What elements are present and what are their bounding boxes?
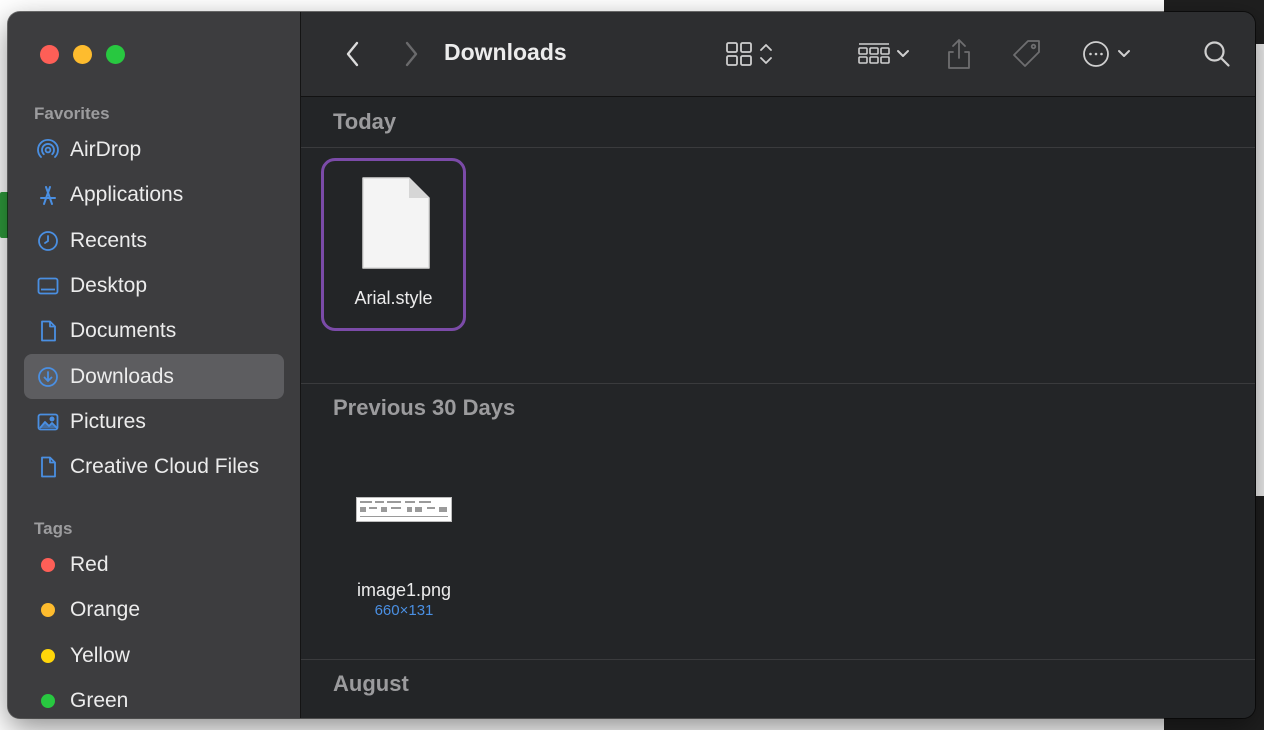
thumbnail-preview-icon xyxy=(360,501,448,517)
sidebar-item-label: Downloads xyxy=(70,364,174,388)
sidebar-item-label: Yellow xyxy=(70,643,130,667)
chevron-right-icon xyxy=(405,41,418,67)
back-button[interactable] xyxy=(337,38,369,70)
sidebar-item-desktop[interactable]: Desktop xyxy=(24,263,284,308)
close-window-button[interactable] xyxy=(40,45,59,64)
tag-dot-icon xyxy=(41,557,55,572)
generic-file-icon xyxy=(362,177,430,269)
sidebar-item-label: Desktop xyxy=(70,273,148,297)
group-header-august: August xyxy=(333,671,409,696)
desktop-icon xyxy=(36,274,60,298)
sidebar-item-creative-cloud-files[interactable]: Creative Cloud Files xyxy=(24,444,284,489)
chevron-left-icon xyxy=(346,41,359,67)
sidebar-item-label: Creative Cloud Files xyxy=(70,454,260,478)
file-icon xyxy=(36,455,60,479)
tag-button[interactable] xyxy=(1007,34,1047,74)
search-icon xyxy=(1204,41,1230,67)
sidebar-item-airdrop[interactable]: AirDrop xyxy=(24,127,284,172)
sidebar-tag-red[interactable]: Red xyxy=(24,542,284,587)
share-button[interactable] xyxy=(941,34,977,74)
more-actions-button[interactable] xyxy=(1077,36,1141,72)
clock-icon xyxy=(36,229,60,253)
file-item-arial-style[interactable]: Arial.style xyxy=(321,158,466,331)
grid-view-icon xyxy=(726,42,772,66)
sidebar-item-applications[interactable]: Applications xyxy=(24,172,284,217)
group-header-today: Today xyxy=(333,109,397,134)
favorites-header: Favorites xyxy=(34,104,110,123)
sidebar-tag-yellow[interactable]: Yellow xyxy=(24,633,284,678)
ellipsis-circle-icon xyxy=(1083,41,1130,67)
sidebar-item-label: Green xyxy=(70,688,129,712)
sidebar-tag-green[interactable]: Green xyxy=(24,678,284,718)
tag-dot-icon xyxy=(41,602,55,617)
group-divider xyxy=(301,659,1255,660)
sidebar-item-label: Documents xyxy=(70,318,177,342)
sidebar-item-label: Recents xyxy=(70,228,148,252)
group-divider xyxy=(301,147,1255,148)
sidebar-item-label: Pictures xyxy=(70,409,146,433)
tags-header: Tags xyxy=(34,519,73,538)
tag-dot-icon xyxy=(41,693,55,708)
toolbar: Downloads xyxy=(301,12,1255,97)
applications-icon xyxy=(36,183,60,207)
image-dimensions: 660×131 xyxy=(374,602,434,619)
file-name: Arial.style xyxy=(354,288,433,308)
share-icon xyxy=(948,39,970,69)
download-icon xyxy=(36,365,60,389)
window-title: Downloads xyxy=(444,39,567,65)
group-by-icon xyxy=(858,43,909,64)
sidebar: Favorites AirDrop Applications Recents D… xyxy=(8,12,301,718)
sidebar-item-label: Red xyxy=(70,552,109,576)
sidebar-item-label: Orange xyxy=(70,597,141,621)
document-icon xyxy=(36,319,60,343)
forward-button[interactable] xyxy=(395,38,427,70)
sidebar-item-downloads[interactable]: Downloads xyxy=(24,354,284,399)
photo-icon xyxy=(36,410,60,434)
sidebar-item-label: AirDrop xyxy=(70,137,142,161)
sidebar-item-label: Applications xyxy=(70,182,184,206)
sidebar-item-pictures[interactable]: Pictures xyxy=(24,399,284,444)
sidebar-item-documents[interactable]: Documents xyxy=(24,308,284,353)
sidebar-item-recents[interactable]: Recents xyxy=(24,218,284,263)
airdrop-icon xyxy=(36,138,60,162)
tag-dot-icon xyxy=(41,648,55,663)
group-header-previous-30-days: Previous 30 Days xyxy=(333,395,516,420)
view-mode-button[interactable] xyxy=(721,36,779,72)
background-document xyxy=(1256,44,1264,496)
minimize-window-button[interactable] xyxy=(73,45,92,64)
file-item-image1-png[interactable]: image1.png 660×131 xyxy=(333,477,475,627)
sidebar-tag-orange[interactable]: Orange xyxy=(24,587,284,632)
image-thumbnail xyxy=(356,497,452,522)
file-name: image1.png xyxy=(356,580,452,600)
file-browser: Today Arial.style Previous 30 Days image… xyxy=(301,97,1255,718)
search-button[interactable] xyxy=(1199,36,1235,72)
group-divider xyxy=(301,383,1255,384)
tag-icon xyxy=(1013,40,1040,67)
finder-window: Favorites AirDrop Applications Recents D… xyxy=(8,12,1255,718)
zoom-window-button[interactable] xyxy=(106,45,125,64)
group-by-button[interactable] xyxy=(851,36,915,72)
